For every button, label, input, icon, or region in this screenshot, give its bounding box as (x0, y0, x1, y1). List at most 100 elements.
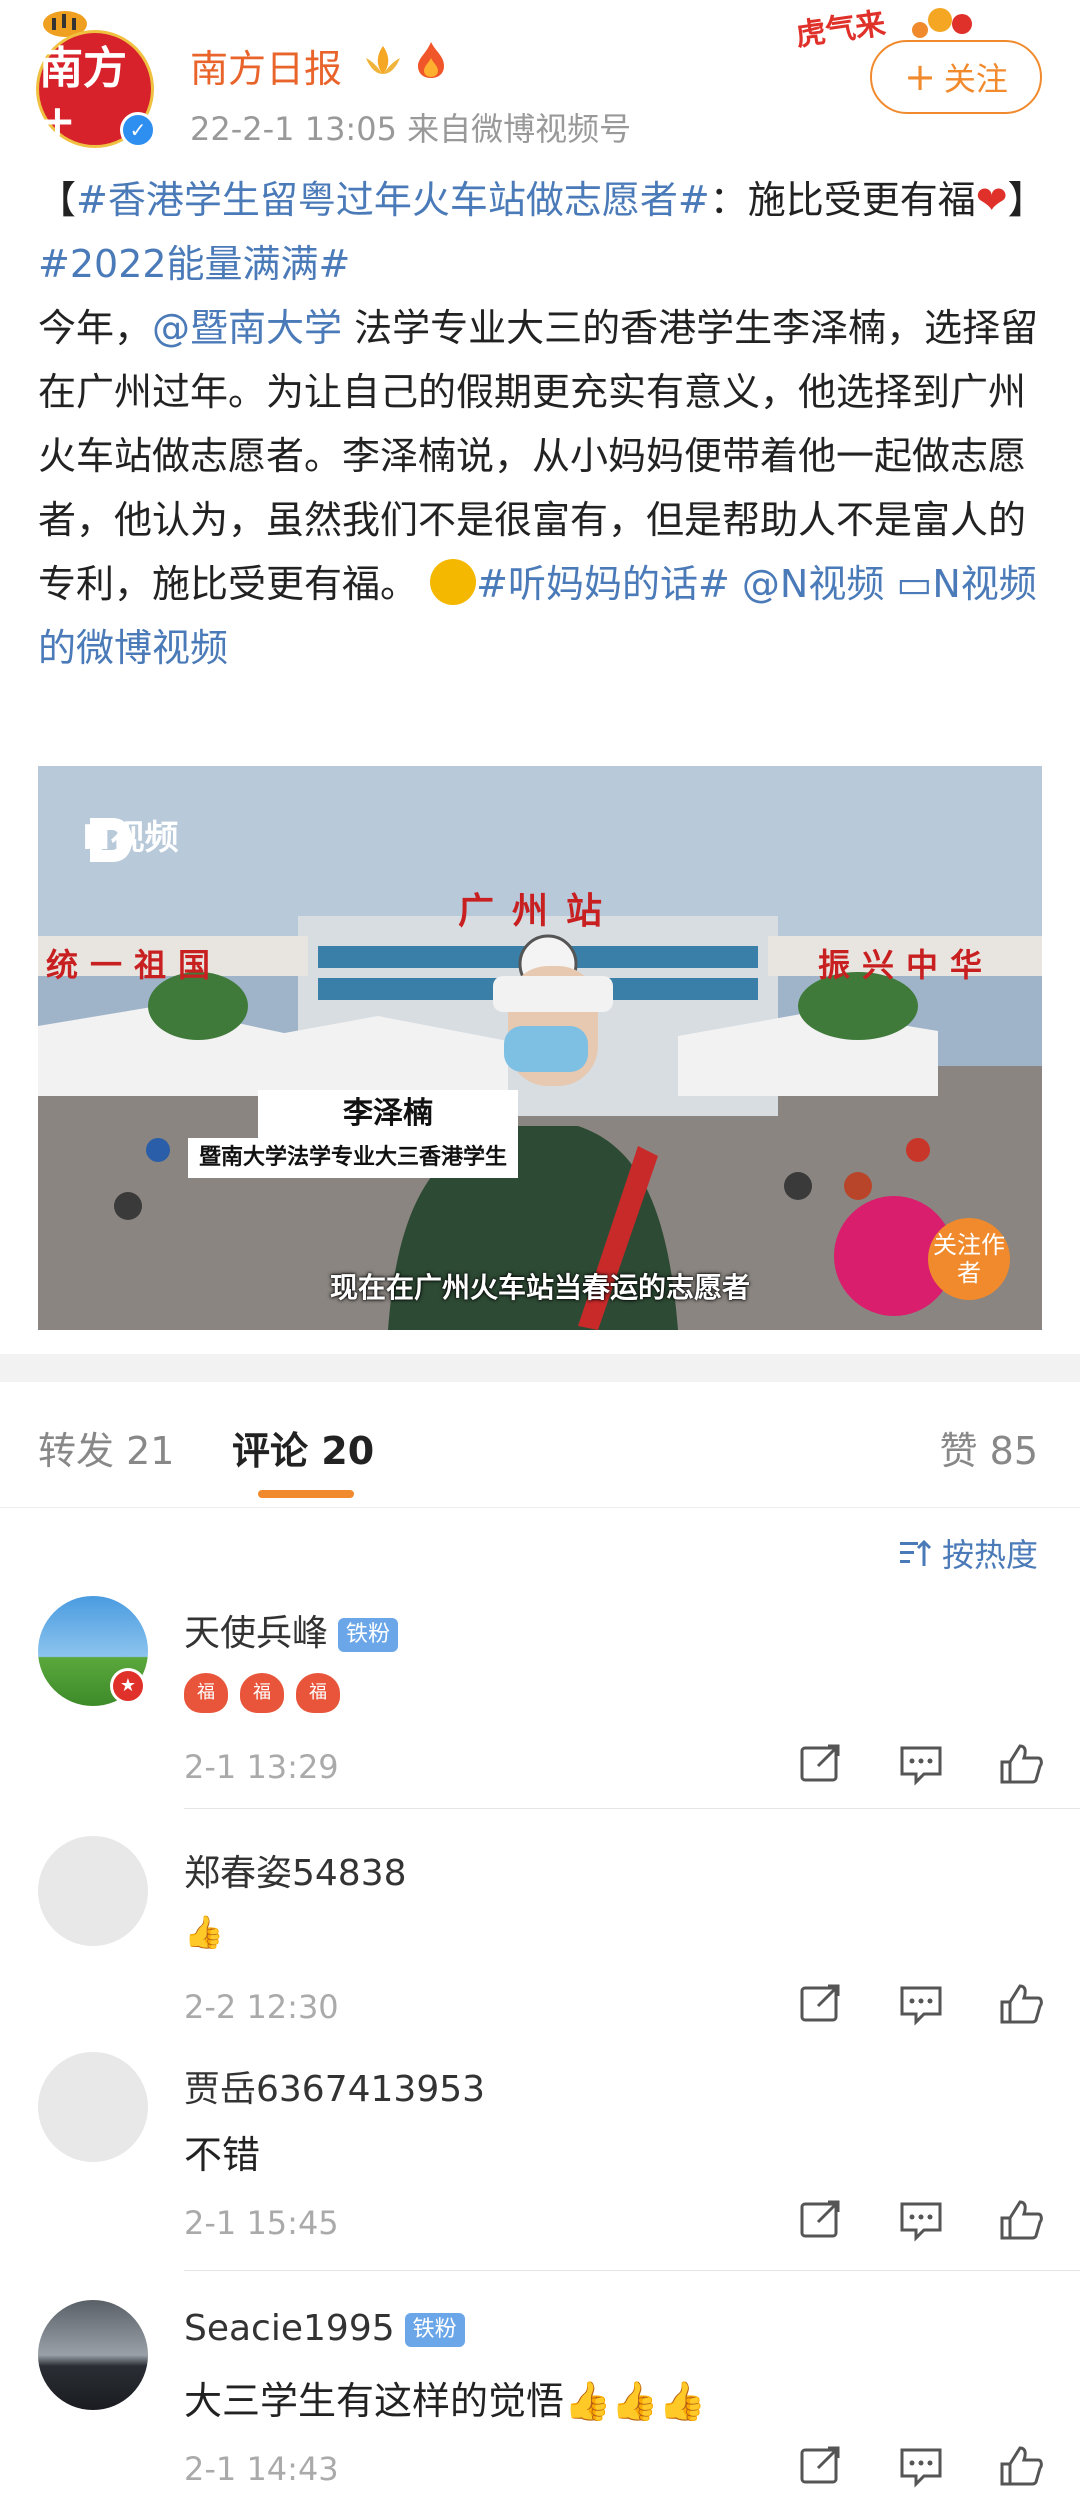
comment-item: Seacie1995 铁粉 大三学生有这样的觉悟👍👍👍 2-1 14:43 (0, 2300, 1080, 2514)
comment-text: 福福福 (184, 1668, 352, 1713)
comment-actions (798, 2198, 1044, 2242)
author-badges (362, 40, 448, 80)
share-icon[interactable] (798, 1982, 844, 2026)
banner-left: 统一祖国 (46, 946, 223, 984)
comment-icon[interactable] (898, 2198, 944, 2242)
video-camera-icon: ▭ (896, 562, 933, 606)
tab-comments[interactable]: 评论 20 (232, 1420, 374, 1475)
commenter-name[interactable]: 贾岳6367413953 (184, 2060, 485, 2112)
heart-emoji-icon: ❤ (975, 178, 1008, 222)
tab-likes-count: 85 (989, 1429, 1038, 1473)
commenter-name-text: 天使兵峰 (184, 1613, 329, 1654)
commenter-name[interactable]: Seacie1995 铁粉 (184, 2308, 465, 2349)
source-prefix: 来自 (407, 110, 472, 148)
post-source[interactable]: 微博视频号 (471, 110, 631, 148)
comment-text: 大三学生有这样的觉悟👍👍👍 (184, 2379, 706, 2423)
post-time: 22-2-1 13:05 (190, 110, 397, 148)
verified-icon: ✓ (120, 112, 156, 148)
tab-comments-label: 评论 (232, 1429, 309, 1473)
like-icon[interactable] (998, 2198, 1044, 2242)
commenter-avatar[interactable] (38, 2300, 148, 2410)
comment-icon[interactable] (898, 1742, 944, 1786)
comment-text: 👍 (184, 1908, 224, 1952)
comment-item: 贾岳6367413953 不错 2-1 15:45 (0, 2052, 1080, 2271)
tab-likes-label: 赞 (939, 1429, 978, 1473)
topic-link-energy[interactable]: #2022能量满满# (38, 242, 350, 286)
comment-item: ★ 天使兵峰 铁粉 福福福 2-1 13:29 (0, 1596, 1080, 1810)
share-icon[interactable] (798, 2444, 844, 2488)
comment-separator (184, 2270, 1080, 2271)
banner-right: 振兴中华 (818, 946, 995, 984)
follow-button[interactable]: + 关注 (870, 40, 1042, 114)
topic-suffix: ：施比受更有福 (709, 178, 976, 222)
commenter-name-text: 贾岳6367413953 (184, 2069, 486, 2110)
comment-text-content: 👍 (184, 1913, 224, 1951)
body-main-text: 法学专业大三的香港学生李泽楠，选择留在广州过年。为让自己的假期更充实有意义，他选… (38, 306, 1039, 606)
fu-sticker-icon: 福 (296, 1672, 340, 1713)
active-tab-indicator (258, 1490, 354, 1498)
video-subtitle: 现在在广州火车站当春运的志愿者 (329, 1271, 750, 1304)
like-icon[interactable] (998, 2444, 1044, 2488)
fu-sticker-icon: 福 (184, 1672, 228, 1713)
like-icon[interactable] (998, 1742, 1044, 1786)
video-name-caption: 李泽楠 (258, 1090, 518, 1138)
topic-link-mother[interactable]: #听妈妈的话# (476, 562, 730, 606)
commenter-name-text: Seacie1995 (184, 2308, 395, 2349)
comment-separator (184, 1808, 1080, 1809)
fan-badge: 铁粉 (338, 1618, 399, 1652)
commenter-avatar[interactable] (38, 2052, 148, 2162)
commenter-name[interactable]: 天使兵峰 铁粉 (184, 1604, 399, 1656)
video-player[interactable]: 广州站 统一祖国 振兴中华 N视频 李泽楠 暨南大学法学专业大三香港学生 关注作… (38, 766, 1042, 1330)
kiss-face-emoji-icon (430, 559, 477, 605)
section-divider (0, 1354, 1080, 1382)
comment-time: 2-1 13:29 (184, 1748, 339, 1786)
commenter-name[interactable]: 郑春姿54838 (184, 1844, 407, 1896)
commenter-name-text: 郑春姿54838 (184, 1853, 407, 1894)
commenter-avatar[interactable] (38, 1836, 148, 1946)
post-meta: 22-2-1 13:05 来自微博视频号 (190, 104, 631, 150)
sort-by-popularity-button[interactable]: 按热度 (898, 1530, 1038, 1576)
video-role-caption: 暨南大学法学专业大三香港学生 (188, 1138, 518, 1178)
station-sign: 广州站 (458, 891, 621, 932)
mention-jinan-university[interactable]: @暨南大学 (152, 306, 342, 350)
tab-comments-count: 20 (321, 1429, 375, 1473)
post-text: 【#香港学生留粤过年火车站做志愿者#：施比受更有福❤】 #2022能量满满# 今年，… (38, 168, 1048, 680)
topic-link-volunteer[interactable]: #香港学生留粤过年火车站做志愿者# (76, 178, 710, 222)
sort-icon (899, 1539, 932, 1566)
comment-icon[interactable] (898, 2444, 944, 2488)
topic-bracket-close: 】 (1007, 178, 1046, 222)
body-prefix: 今年， (38, 306, 153, 350)
follow-label: 关注 (943, 60, 1008, 98)
comment-actions (798, 2444, 1044, 2488)
n-video-logo-icon (90, 818, 132, 862)
tab-repost-count: 21 (126, 1429, 175, 1473)
fan-badge: 铁粉 (404, 2313, 465, 2347)
share-icon[interactable] (798, 2198, 844, 2242)
comment-time: 2-2 12:30 (184, 1988, 339, 2026)
comment-actions (798, 1982, 1044, 2026)
interaction-tabs: 转发 21 评论 20 赞 85 (0, 1382, 1080, 1508)
gold-lotus-icon (366, 46, 400, 74)
share-icon[interactable] (798, 1742, 844, 1786)
tab-repost[interactable]: 转发 21 (38, 1420, 174, 1475)
author-name[interactable]: 南方日报 (190, 38, 342, 93)
topic-bracket-open: 【 (38, 178, 77, 222)
comment-icon[interactable] (898, 1982, 944, 2026)
tab-likes[interactable]: 赞 85 (940, 1420, 1038, 1475)
comment-time: 2-1 15:45 (184, 2204, 339, 2242)
comment-actions (798, 1742, 1044, 1786)
sort-label: 按热度 (941, 1536, 1038, 1574)
comment-text: 不错 (184, 2133, 261, 2177)
comment-time: 2-1 14:43 (184, 2450, 339, 2488)
comment-item: 郑春姿54838 👍 2-2 12:30 (0, 1836, 1080, 2050)
n-video-logo: N视频 (82, 810, 178, 862)
plus-icon: + (904, 55, 936, 99)
fu-sticker-icon: 福 (240, 1672, 284, 1713)
svg-text:虎气来: 虎气来 (794, 6, 888, 48)
commenter-level-badge-icon: ★ (110, 1668, 146, 1704)
like-icon[interactable] (998, 1982, 1044, 2026)
tab-repost-label: 转发 (38, 1429, 115, 1473)
fire-icon (418, 42, 444, 78)
post-header: 南方+ ✓ 南方日报 22-2-1 13:05 来自微博视频号 虎气来 + 关注 (0, 0, 1080, 170)
mention-n-video[interactable]: @N视频 (742, 562, 884, 606)
